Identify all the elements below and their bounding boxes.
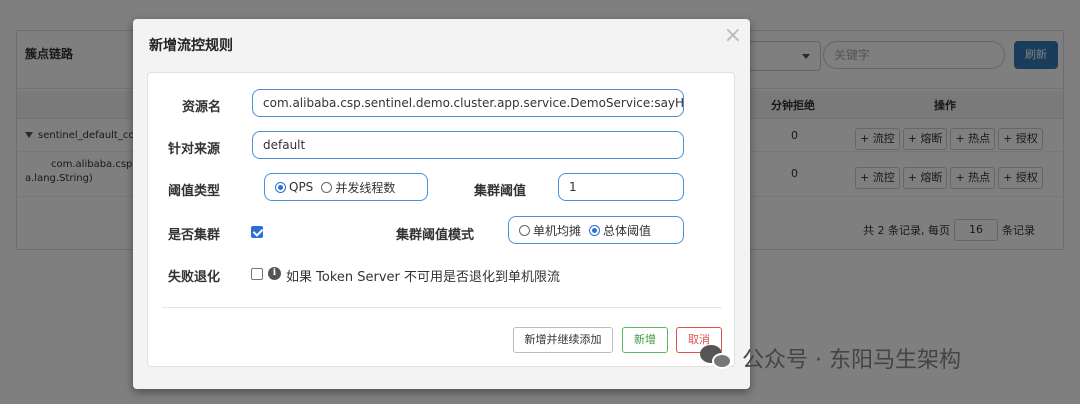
resource-input[interactable]: com.alibaba.csp.sentinel.demo.cluster.ap… [252,89,684,117]
add-button[interactable]: 新增 [622,327,668,353]
resource-label: 资源名 [182,100,222,115]
radio-unselected-icon[interactable] [519,224,530,236]
is-cluster-checkbox[interactable] [251,226,263,238]
radio-avg-local[interactable]: 单机均摊 [519,222,581,239]
fallback-help-text: 如果 Token Server 不可用是否退化到单机限流 [286,270,561,285]
form-divider [162,307,722,308]
radio-selected-icon[interactable] [275,181,286,193]
cluster-threshold-input[interactable]: 1 [558,173,684,201]
fallback-label: 失败退化 [168,270,221,285]
add-flow-rule-dialog: 新增流控规则 × 资源名 com.alibaba.csp.sentinel.de… [133,19,750,389]
wechat-logo-icon [700,343,734,373]
dialog-title: 新增流控规则 [149,38,233,54]
rule-form: 资源名 com.alibaba.csp.sentinel.demo.cluste… [147,72,735,367]
fallback-checkbox[interactable] [251,268,263,280]
cluster-threshold-label: 集群阈值 [474,184,527,199]
radio-selected-icon[interactable] [589,224,601,236]
source-input[interactable]: default [252,131,684,159]
radio-qps[interactable]: QPS [275,180,313,194]
watermark-text: 公众号 · 东阳马生架构 [742,348,961,373]
radio-unselected-icon[interactable] [321,181,333,193]
is-cluster-label: 是否集群 [168,228,221,243]
source-label: 针对来源 [168,142,221,157]
info-icon: i [268,267,281,280]
radio-global[interactable]: 总体阈值 [589,222,651,239]
cluster-mode-label: 集群阈值模式 [396,228,475,243]
radio-threads[interactable]: 并发线程数 [321,179,395,196]
add-and-continue-button[interactable]: 新增并继续添加 [513,327,613,353]
close-icon[interactable]: × [724,23,742,48]
cluster-mode-radio-group: 单机均摊 总体阈值 [508,216,684,244]
threshold-type-label: 阈值类型 [168,184,221,199]
threshold-type-radio-group: QPS 并发线程数 [264,173,428,201]
watermark: 公众号 · 东阳马生架构 [700,342,961,374]
